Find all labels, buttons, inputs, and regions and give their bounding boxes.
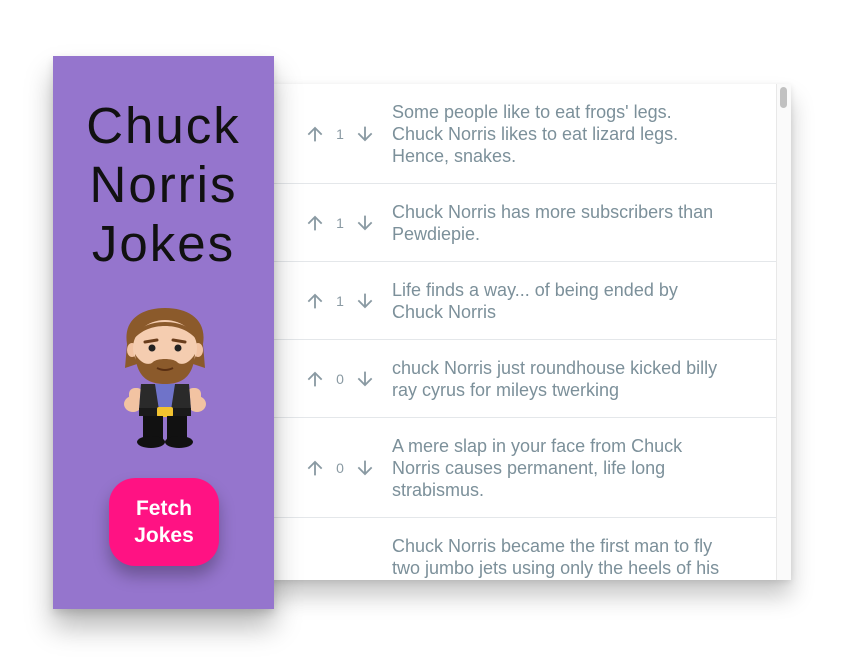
sidebar: Chuck Norris Jokes Fetch Jokes [53, 56, 274, 609]
app-title-line: Chuck [86, 97, 241, 154]
vote-controls: 0 [304, 368, 392, 390]
joke-text: Chuck Norris has more subscribers than P… [392, 201, 713, 245]
vote-controls: 1 [304, 212, 392, 234]
joke-text: Some people like to eat frogs' legs. Chu… [392, 101, 678, 167]
joke-text-line: ray cyrus for mileys twerking [392, 379, 620, 400]
scrollbar[interactable] [776, 84, 791, 580]
joke-text-line: Chuck Norris has more subscribers than [392, 201, 714, 222]
app-title: Chuck Norris Jokes [53, 96, 274, 273]
app-title-line: Jokes [91, 215, 236, 272]
joke-text-line: Some people like to eat frogs' legs. [392, 101, 672, 122]
arrow-down-icon[interactable] [354, 123, 376, 145]
joke-text: A mere slap in your face from Chuck Norr… [392, 435, 682, 501]
fetch-jokes-button-label: Fetch [135, 497, 192, 520]
jokes-panel: 1 Some people like to eat frogs' legs. C… [262, 84, 791, 580]
joke-item: 0 A mere slap in your face from Chuck No… [262, 418, 776, 518]
joke-text-line: Life finds a way... of being ended by [392, 279, 678, 300]
arrow-up-icon[interactable] [304, 123, 326, 145]
joke-text-line: Norris causes permanent, life long [392, 457, 666, 478]
joke-text: chuck Norris just roundhouse kicked bill… [392, 357, 717, 401]
vote-count: 1 [336, 292, 344, 309]
jokes-list[interactable]: 1 Some people like to eat frogs' legs. C… [262, 84, 776, 580]
arrow-up-icon[interactable] [304, 290, 326, 312]
joke-text-line: Chuck Norris became the first man to fly [392, 536, 713, 556]
scrollbar-thumb[interactable] [780, 87, 787, 108]
arrow-up-icon[interactable] [304, 212, 326, 234]
vote-controls: 1 [304, 123, 392, 145]
app-title-line: Norris [89, 156, 238, 213]
joke-text-line: A mere slap in your face from Chuck [392, 435, 683, 456]
fetch-jokes-button[interactable]: Fetch Jokes [109, 478, 219, 566]
joke-text: Life finds a way... of being ended by Ch… [392, 279, 678, 323]
arrow-down-icon[interactable] [354, 212, 376, 234]
joke-text-line: Chuck Norris likes to eat lizard legs. [392, 123, 679, 144]
arrow-up-icon[interactable] [304, 368, 326, 390]
joke-text-line: strabismus. [392, 479, 485, 500]
arrow-up-icon[interactable] [304, 457, 326, 479]
vote-controls: 0 [304, 457, 392, 479]
vote-count: 1 [336, 214, 344, 231]
joke-item: 0 chuck Norris just roundhouse kicked bi… [262, 340, 776, 418]
vote-count: 0 [336, 370, 344, 387]
joke-item: 1 Some people like to eat frogs' legs. C… [262, 84, 776, 184]
vote-controls: 1 [304, 290, 392, 312]
chuck-norris-mascot-icon [124, 308, 206, 448]
joke-text: Chuck Norris became the first man to fly… [392, 535, 719, 579]
vote-count: 1 [336, 125, 344, 142]
joke-text-line: two jumbo jets using only the heels of h… [392, 558, 720, 578]
arrow-down-icon[interactable] [354, 290, 376, 312]
joke-item: 1 Life finds a way... of being ended by … [262, 262, 776, 340]
fetch-jokes-button-label: Jokes [134, 524, 194, 547]
joke-item: 1 Chuck Norris has more subscribers than… [262, 184, 776, 262]
joke-text-line: Pewdiepie. [392, 223, 481, 244]
arrow-down-icon[interactable] [354, 457, 376, 479]
joke-text-line: Hence, snakes. [392, 145, 517, 166]
joke-text-line: chuck Norris just roundhouse kicked bill… [392, 357, 718, 378]
joke-text-line: Chuck Norris [392, 301, 497, 322]
vote-count: 0 [336, 459, 344, 476]
arrow-down-icon[interactable] [354, 368, 376, 390]
joke-item: Chuck Norris became the first man to fly… [262, 518, 776, 580]
